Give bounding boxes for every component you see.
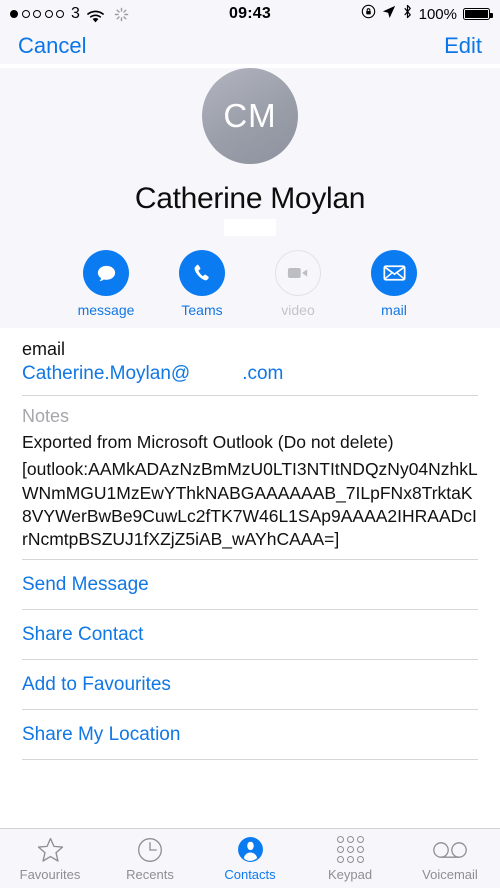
tab-favourites[interactable]: Favourites — [0, 836, 100, 882]
person-icon — [237, 836, 264, 864]
email-field-row[interactable]: email Catherine.Moylan@ .com — [22, 328, 478, 395]
avatar-initials: CM — [223, 97, 277, 134]
video-action-button: video — [272, 250, 324, 318]
email-value-prefix: Catherine.Moylan@ — [22, 363, 191, 384]
notes-field-label: Notes — [22, 406, 70, 426]
tab-keypad-label: Keypad — [327, 866, 373, 882]
email-field-label: email — [22, 339, 66, 359]
contact-header: CM Catherine Moylan message Teams video … — [0, 68, 500, 328]
message-action-button[interactable]: message — [77, 250, 135, 318]
tab-keypad[interactable]: Keypad — [300, 836, 400, 882]
contact-details-list: email Catherine.Moylan@ .com Notes Expor… — [0, 328, 500, 761]
tab-contacts-label: Contacts — [224, 866, 276, 882]
navigation-bar: Cancel Edit — [0, 28, 500, 64]
battery-percent-label: 100% — [418, 5, 457, 23]
voicemail-icon — [433, 836, 467, 864]
email-field-value[interactable]: Catherine.Moylan@ .com — [22, 363, 478, 385]
tab-recents-label: Recents — [126, 866, 174, 882]
quick-actions: message Teams video mail — [0, 250, 500, 318]
email-value-suffix: .com — [242, 363, 284, 384]
clock-icon — [137, 836, 163, 864]
phone-icon — [179, 250, 225, 296]
notes-line-2: [outlook:AAMkADAzNzBmMzU0LTI3NTItNDQzNy0… — [22, 459, 478, 550]
location-arrow-icon — [382, 4, 396, 24]
tab-voicemail-label: Voicemail — [422, 866, 478, 882]
video-camera-icon — [275, 250, 321, 296]
tab-favourites-label: Favourites — [19, 866, 81, 882]
mail-action-button[interactable]: mail — [368, 250, 420, 318]
video-action-label: video — [281, 302, 315, 318]
cancel-button[interactable]: Cancel — [18, 33, 86, 59]
divider — [22, 759, 478, 761]
edit-button[interactable]: Edit — [444, 33, 482, 59]
tab-voicemail[interactable]: Voicemail — [400, 836, 500, 882]
message-bubble-icon — [83, 250, 129, 296]
keypad-icon — [336, 836, 364, 864]
bluetooth-icon — [402, 4, 413, 24]
message-action-label: message — [77, 302, 135, 318]
contact-name: Catherine Moylan — [134, 182, 366, 215]
avatar[interactable]: CM — [202, 68, 298, 164]
envelope-icon — [371, 250, 417, 296]
contact-detail-screen: 3 09:43 100% Cancel Edit CM Catherine Mo… — [0, 0, 500, 888]
add-to-favourites-button[interactable]: Add to Favourites — [22, 660, 478, 709]
tab-contacts[interactable]: Contacts — [200, 836, 300, 882]
battery-icon — [463, 8, 493, 20]
notes-line-1: Exported from Microsoft Outlook (Do not … — [22, 432, 394, 452]
share-contact-button[interactable]: Share Contact — [22, 610, 478, 659]
redacted-domain-block — [190, 363, 243, 379]
status-bar-right: 100% — [361, 4, 493, 24]
status-bar: 3 09:43 100% — [0, 0, 500, 28]
send-message-button[interactable]: Send Message — [22, 560, 478, 609]
rotation-lock-icon — [361, 4, 376, 24]
star-icon — [37, 836, 64, 864]
notes-field-row[interactable]: Notes Exported from Microsoft Outlook (D… — [22, 396, 478, 559]
share-my-location-button[interactable]: Share My Location — [22, 710, 478, 759]
teams-action-button[interactable]: Teams — [176, 250, 228, 318]
tab-recents[interactable]: Recents — [100, 836, 200, 882]
tab-bar: Favourites Recents Contacts Keypad Voice… — [0, 828, 500, 888]
mail-action-label: mail — [381, 302, 407, 318]
redacted-subtitle-block — [224, 219, 276, 236]
teams-action-label: Teams — [181, 302, 223, 318]
avatar-wrapper: CM — [0, 68, 500, 164]
